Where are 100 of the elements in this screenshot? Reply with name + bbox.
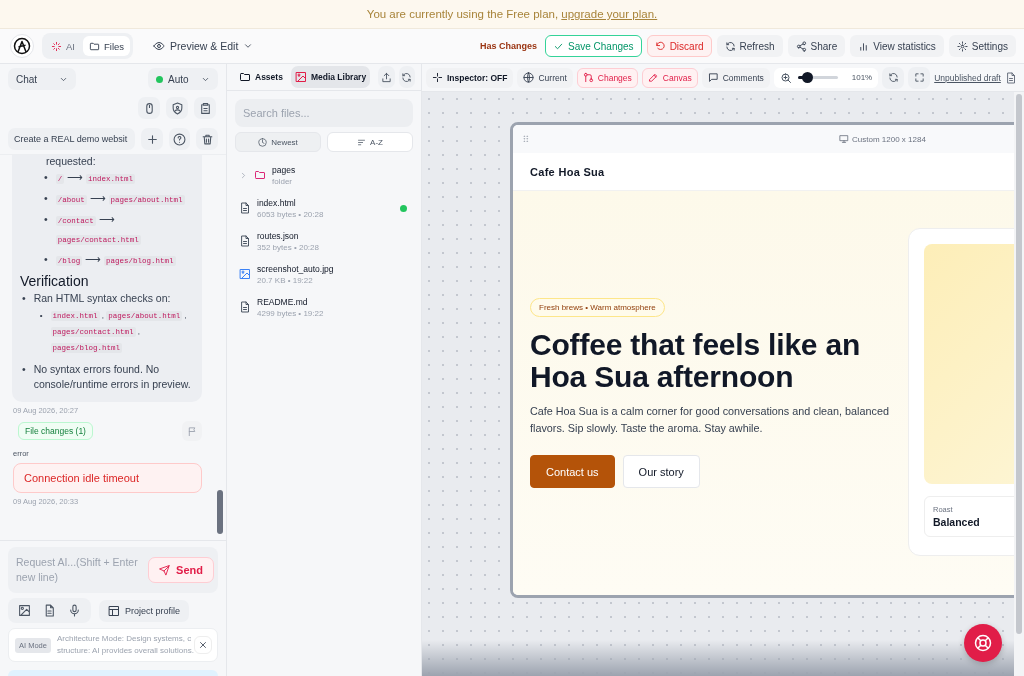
- bullet-marker: •: [22, 291, 26, 306]
- file-name: pages: [272, 164, 296, 175]
- refresh-button[interactable]: [398, 66, 415, 88]
- project-profile-button[interactable]: Project profile: [99, 599, 190, 622]
- eye-icon: [153, 40, 166, 52]
- story-button[interactable]: Our story: [622, 455, 700, 488]
- panel-tab[interactable]: Assets: [235, 66, 287, 88]
- sparkle-icon: [51, 40, 62, 52]
- file-meta: folder: [272, 176, 293, 186]
- comment-icon: [707, 72, 719, 83]
- view-mode-dropdown[interactable]: Preview & Edit: [147, 39, 260, 53]
- plan-notice: You are currently using the Free plan, upgrade your plan.: [366, 8, 658, 20]
- file-item[interactable]: index.html 6053 bytes • 20:28: [235, 193, 413, 223]
- inspector-button[interactable]: Inspector: OFF: [426, 67, 514, 88]
- undo-icon: [654, 40, 666, 52]
- help-button[interactable]: [964, 624, 1002, 662]
- refresh-icon: [401, 71, 413, 83]
- plus-icon: [145, 132, 159, 146]
- bullet-marker: •: [22, 362, 26, 377]
- file-meta: 6053 bytes • 20:28: [257, 209, 324, 219]
- hero-heading: Coffee that feels like an Hoa Sua afternoon: [530, 329, 862, 393]
- sort-button[interactable]: A-Z: [327, 132, 413, 152]
- microphone-icon: [68, 604, 81, 617]
- status-dot: [156, 75, 163, 83]
- draft-link[interactable]: Unpublished draft: [934, 72, 1001, 83]
- search-field[interactable]: Search files...: [235, 99, 413, 127]
- layout-icon: [108, 604, 120, 617]
- model-dropdown[interactable]: Auto: [148, 68, 218, 90]
- sort-button[interactable]: Newest: [235, 132, 321, 152]
- message-text: requested:: [45, 155, 97, 167]
- document-icon: [1004, 71, 1017, 84]
- send-icon: [159, 564, 171, 576]
- delete-button[interactable]: [196, 128, 218, 150]
- grip-icon: [521, 134, 531, 144]
- share-button[interactable]: Share: [787, 35, 846, 57]
- bullet-marker: •: [44, 191, 48, 206]
- file-item[interactable]: routes.json 352 bytes • 20:28: [235, 226, 413, 256]
- panel-tab[interactable]: Media Library: [290, 66, 371, 88]
- crosshair-icon: [432, 72, 443, 83]
- device-label: Custom 1200 x 1284: [839, 134, 926, 144]
- mode-dropdown[interactable]: Chat: [8, 68, 76, 90]
- zoom-reading: 101%: [851, 73, 873, 82]
- share-icon: [795, 40, 807, 52]
- folder-icon: [239, 71, 251, 83]
- mode-tab[interactable]: Files: [83, 36, 131, 56]
- help-button[interactable]: [168, 128, 191, 150]
- pencil-icon: [647, 72, 659, 83]
- comments-button[interactable]: Comments: [701, 67, 770, 88]
- branch-icon: [582, 72, 594, 83]
- error-message: Connection idle timeout: [13, 463, 202, 493]
- folder-icon: [254, 169, 266, 181]
- file-changes-badge[interactable]: File changes (1): [18, 422, 93, 440]
- help-icon: [173, 132, 187, 146]
- refresh-icon: [724, 40, 736, 52]
- current-button[interactable]: Current: [517, 67, 573, 88]
- tagline-badge: Fresh brews • Warm atmosphere: [530, 298, 665, 317]
- roast-value: Balanced: [933, 516, 981, 528]
- bullet-marker: •: [44, 170, 48, 185]
- expand-icon: [913, 72, 925, 83]
- trash-icon: [200, 132, 214, 146]
- contact-button[interactable]: Contact us: [530, 455, 615, 488]
- new-chat-button[interactable]: [141, 128, 163, 150]
- mode-tab[interactable]: AI: [45, 36, 81, 56]
- clock-icon: [258, 137, 268, 147]
- fullscreen-button[interactable]: [908, 66, 931, 89]
- notice-text: Architecture Mode: Design systems, c: [56, 633, 193, 645]
- reload-button[interactable]: [882, 66, 905, 89]
- send-button[interactable]: Send: [148, 557, 214, 583]
- monitor-icon: [839, 134, 849, 144]
- bullet-text: Ran HTML syntax checks on:: [33, 291, 172, 306]
- message-input[interactable]: Request AI...(Shift + Enter new line) Send: [8, 547, 218, 593]
- message-heading: Verification: [20, 273, 90, 289]
- save-button[interactable]: Save Changes: [545, 35, 642, 57]
- refresh-icon: [887, 72, 899, 83]
- canvas-button[interactable]: Canvas: [641, 67, 698, 88]
- mouse-button[interactable]: [138, 97, 160, 119]
- logo-icon[interactable]: [10, 34, 34, 58]
- clipboard-icon: [198, 101, 212, 115]
- close-button[interactable]: [194, 636, 212, 654]
- file-icon: [239, 301, 251, 313]
- refresh-button[interactable]: Refresh: [716, 35, 783, 57]
- scrollbar[interactable]: [1014, 92, 1024, 676]
- bullet-text: No syntax errors found. No console/runtime errors in preview.: [33, 362, 192, 392]
- clipboard-button[interactable]: [194, 97, 216, 119]
- settings-button[interactable]: Settings: [948, 35, 1016, 57]
- file-item[interactable]: README.md 4299 bytes • 19:22: [235, 292, 413, 322]
- flag-icon: [186, 425, 198, 437]
- shield-button[interactable]: [166, 97, 188, 119]
- changes-button[interactable]: Changes: [576, 67, 638, 88]
- image-icon: [239, 268, 251, 280]
- settings-icon: [956, 40, 968, 52]
- globe-icon: [523, 72, 535, 83]
- upload-button[interactable]: [378, 66, 395, 88]
- notice-text: structure: AI provides overall solutions.: [56, 645, 194, 657]
- stats-button[interactable]: View statistics: [850, 35, 944, 57]
- bullet-marker: •: [39, 310, 43, 322]
- conversation-dropdown[interactable]: Create a REAL demo websit: [8, 128, 136, 150]
- file-item[interactable]: pages folder: [235, 160, 413, 190]
- discard-button[interactable]: Discard: [646, 35, 712, 57]
- file-item[interactable]: screenshot_auto.jpg 20.7 KB • 19:22: [235, 259, 413, 289]
